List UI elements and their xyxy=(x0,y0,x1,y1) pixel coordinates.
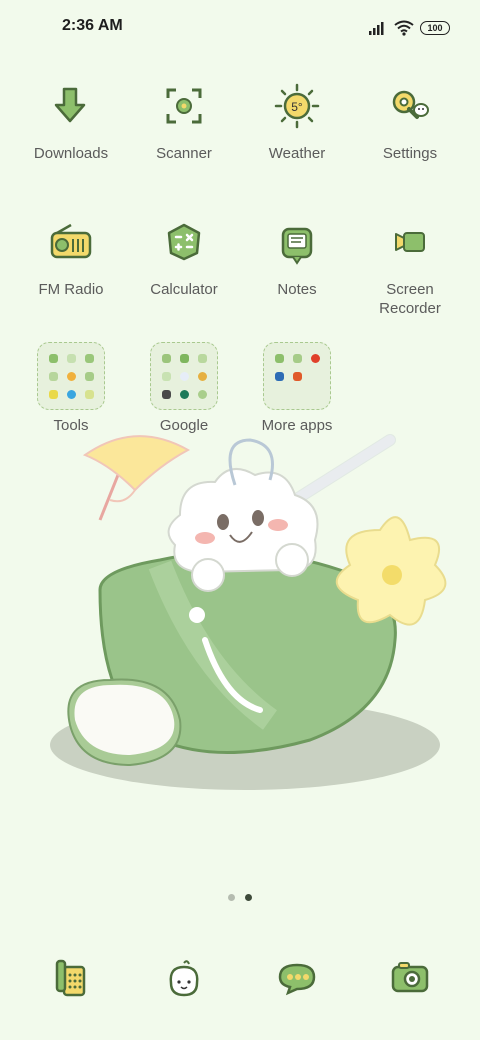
app-label: Downloads xyxy=(33,145,109,162)
contacts-icon xyxy=(156,950,212,1006)
downloads-icon xyxy=(43,78,99,134)
mini-app-icon xyxy=(179,353,189,363)
app-calculator[interactable]: Calculator xyxy=(128,214,240,299)
camera-icon xyxy=(382,950,438,1006)
app-fm-radio[interactable]: FM Radio xyxy=(15,214,127,299)
dock-contacts[interactable] xyxy=(128,950,240,1006)
mini-app-icon xyxy=(48,353,58,363)
messages-icon xyxy=(269,950,325,1006)
status-icons: 100 xyxy=(368,18,450,38)
folder-preview xyxy=(37,342,105,410)
app-label: Scanner xyxy=(156,145,212,162)
coconut-half xyxy=(67,678,182,767)
app-label: Settings xyxy=(382,145,438,162)
folder-preview xyxy=(263,342,331,410)
app-label: Calculator xyxy=(150,281,218,298)
status-bar: 2:36 AM 100 xyxy=(0,0,480,56)
weather-icon: 5° xyxy=(269,78,325,134)
mini-app-icon xyxy=(197,371,207,381)
mini-app-icon xyxy=(66,371,76,381)
mini-app-icon xyxy=(84,353,94,363)
radio-icon xyxy=(43,214,99,270)
calculator-icon xyxy=(156,214,212,270)
app-weather[interactable]: 5° Weather xyxy=(241,78,353,163)
wifi-icon xyxy=(394,20,414,36)
signal-icon xyxy=(369,22,384,35)
mini-app-icon xyxy=(66,353,76,363)
dock xyxy=(0,950,480,1000)
scanner-icon xyxy=(156,78,212,134)
mini-app-icon xyxy=(292,371,302,381)
phone-icon xyxy=(43,950,99,1006)
status-time: 2:36 AM xyxy=(62,17,123,34)
mini-app-icon xyxy=(48,389,58,399)
page-dot[interactable] xyxy=(228,894,235,901)
settings-icon xyxy=(382,78,438,134)
mini-app-icon xyxy=(161,371,171,381)
mini-app-icon xyxy=(274,371,284,381)
mini-app-icon xyxy=(197,389,207,399)
dock-phone[interactable] xyxy=(15,950,127,1006)
app-scanner[interactable]: Scanner xyxy=(128,78,240,163)
mini-app-icon xyxy=(161,389,171,399)
wallpaper-illustration xyxy=(50,434,447,790)
mini-app-icon xyxy=(48,371,58,381)
app-notes[interactable]: Notes xyxy=(241,214,353,299)
dock-camera[interactable] xyxy=(354,950,466,1006)
app-label: Notes xyxy=(277,281,317,298)
mini-app-icon xyxy=(66,389,76,399)
app-label: Weather xyxy=(268,145,326,162)
app-downloads[interactable]: Downloads xyxy=(15,78,127,163)
mini-app-icon xyxy=(179,389,189,399)
mini-app-icon xyxy=(292,353,302,363)
mini-app-icon xyxy=(310,353,320,363)
app-label: Screen Recorder xyxy=(379,281,441,317)
umbrella-decoration xyxy=(82,435,191,521)
page-indicator xyxy=(0,894,480,901)
folder-preview xyxy=(150,342,218,410)
mini-app-icon xyxy=(84,389,94,399)
mini-app-icon xyxy=(161,353,171,363)
app-label: FM Radio xyxy=(38,281,104,298)
weather-temp: 5° xyxy=(291,100,303,114)
mini-app-icon xyxy=(274,353,284,363)
mini-app-icon xyxy=(197,353,207,363)
screen-recorder-icon xyxy=(382,214,438,270)
app-settings[interactable]: Settings xyxy=(354,78,466,163)
mini-app-icon xyxy=(179,371,189,381)
mini-app-icon xyxy=(84,371,94,381)
battery-indicator: 100 xyxy=(420,21,450,35)
page-dot-active[interactable] xyxy=(245,894,252,901)
dock-messages[interactable] xyxy=(241,950,353,1006)
app-screen-recorder[interactable]: Screen Recorder xyxy=(354,214,466,318)
notes-icon xyxy=(269,214,325,270)
